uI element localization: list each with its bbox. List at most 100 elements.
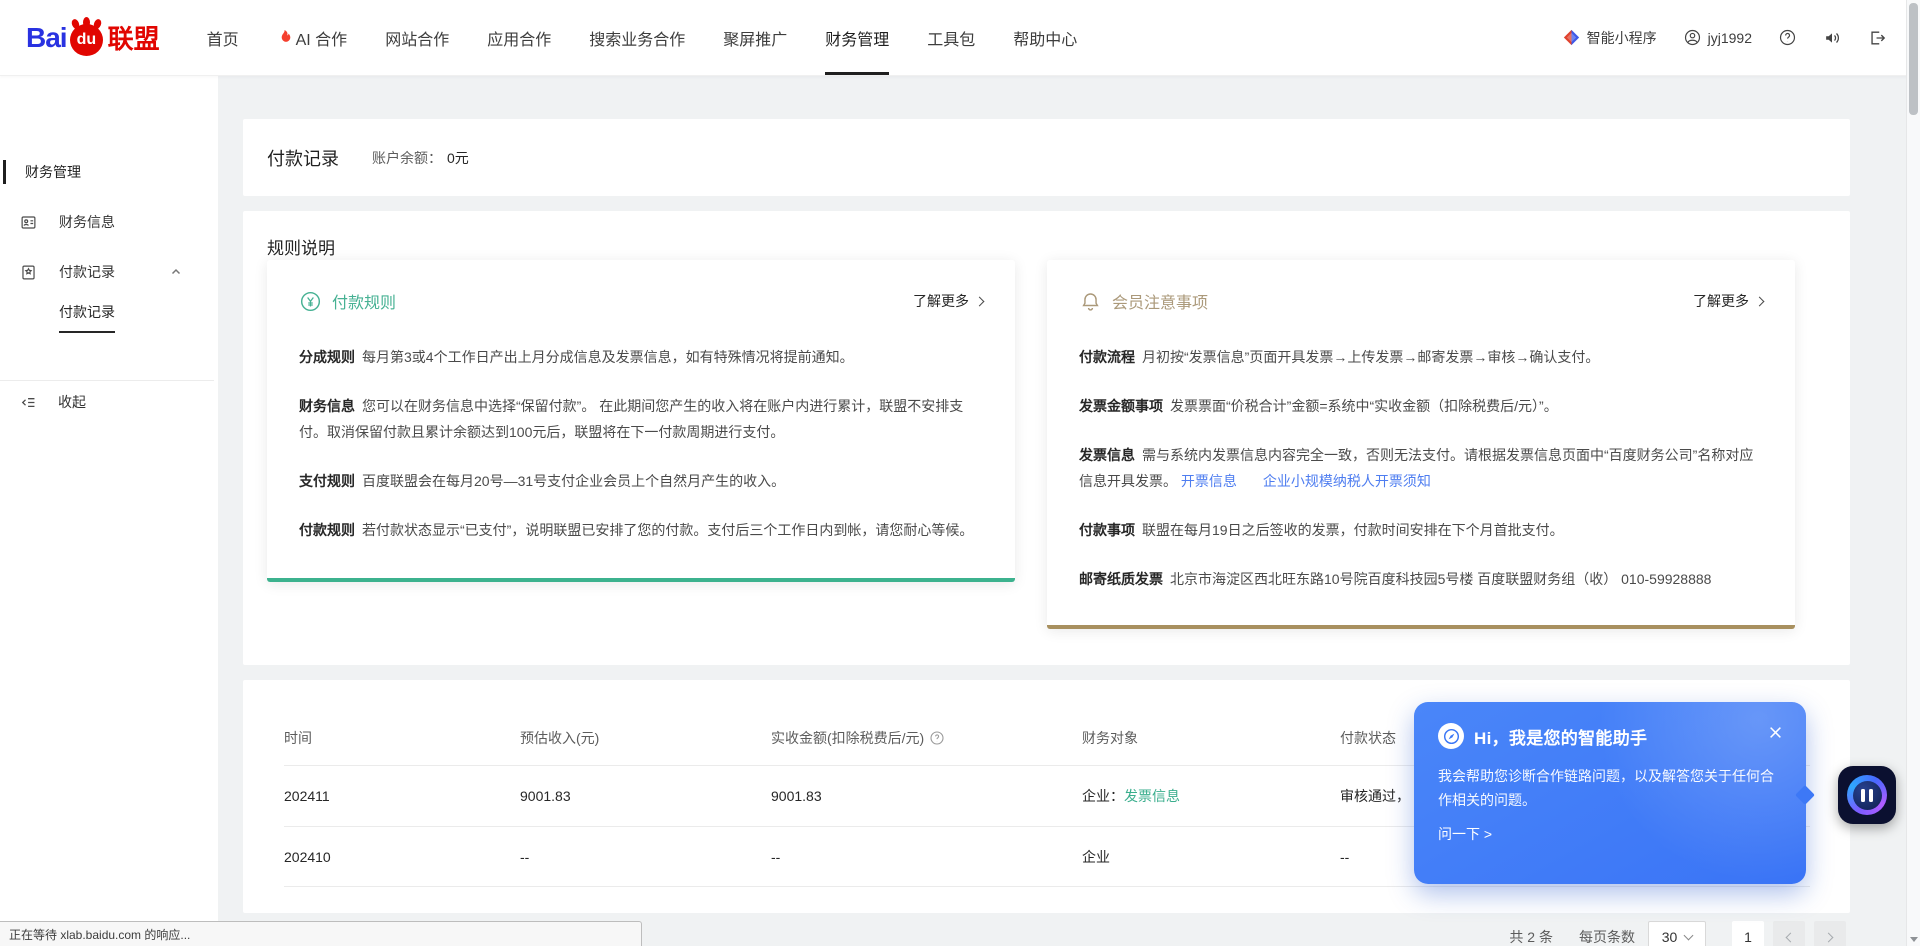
assistant-fab-ring <box>1847 775 1887 815</box>
invoice-info-cell-link[interactable]: 发票信息 <box>1124 788 1180 804</box>
payment-rules-header: 付款规则 了解更多 <box>299 288 983 314</box>
top-nav: Bai du 联盟 首页 AI 合作 网站合作 应用合作 搜索业务合作 聚屏推广… <box>0 0 1920 76</box>
assistant-fab[interactable] <box>1838 766 1896 824</box>
rule-item: 发票金额事项发票票面“价税合计”金额=系统中“实收金额（扣除税费后/元）”。 <box>1079 393 1763 419</box>
nav-item-app[interactable]: 应用合作 <box>468 0 570 75</box>
badge-icon <box>20 264 37 281</box>
rule-item: 付款事项联盟在每月19日之后签收的发票，付款时间安排在下个月首批支付。 <box>1079 517 1763 543</box>
chevron-up-icon[interactable] <box>170 266 182 278</box>
nav-item-website[interactable]: 网站合作 <box>366 0 468 75</box>
sidebar-subitem-payment-records[interactable]: 付款记录 <box>59 302 115 333</box>
col-header-actual: 实收金额(扣除税费后/元) <box>771 728 1082 748</box>
sidebar-section-title: 财务管理 <box>25 162 81 182</box>
sidebar-collapse-button[interactable]: 收起 <box>20 392 86 412</box>
help-icon <box>1779 29 1796 46</box>
close-icon[interactable] <box>1764 721 1786 743</box>
page-title: 付款记录 <box>267 145 339 171</box>
rule-item: 财务信息您可以在财务信息中选择“保留付款”。 在此期间您产生的收入将在账户内进行… <box>299 393 983 445</box>
cell-time: 202410 <box>284 849 520 865</box>
rule-item: 发票信息需与系统内发票信息内容完全一致，否则无法支付。请根据发票信息页面中“百度… <box>1079 442 1763 494</box>
help-button[interactable] <box>1779 29 1796 46</box>
bell-icon <box>1079 290 1102 313</box>
collapse-icon <box>20 394 37 411</box>
status-text: 正在等待 xlab.baidu.com 的响应... <box>9 926 190 943</box>
chevron-left-icon <box>1786 932 1796 942</box>
per-page-label: 每页条数 <box>1579 927 1635 946</box>
payment-rules-title: 付款规则 <box>332 289 396 313</box>
scrollbar-down-arrow-icon[interactable] <box>1910 937 1918 942</box>
rule-item: 付款规则若付款状态显示“已支付”，说明联盟已安排了您的付款。支付后三个工作日内到… <box>299 517 983 543</box>
user-icon <box>1684 29 1701 46</box>
nav-item-ai[interactable]: AI 合作 <box>258 0 367 75</box>
sidebar-item-finance-info[interactable]: 财务信息 <box>20 210 218 234</box>
id-card-icon <box>20 214 37 231</box>
assistant-message: 我会帮助您诊断合作链路问题，以及解答您关于任何合作相关的问题。 <box>1438 764 1774 812</box>
speaker-icon <box>1823 29 1841 47</box>
member-notes-title: 会员注意事项 <box>1112 289 1208 313</box>
nav-item-toolkit[interactable]: 工具包 <box>908 0 994 75</box>
per-page-select[interactable]: 30 <box>1648 921 1706 946</box>
logo-text-bai: Bai <box>26 22 67 54</box>
rule-item: 付款流程月初按“发票信息”页面开具发票→上传发票→邮寄发票→审核→确认支付。 <box>1079 344 1763 370</box>
nav-item-home[interactable]: 首页 <box>188 0 258 75</box>
rule-item: 邮寄纸质发票北京市海淀区西北旺东路10号院百度科技园5号楼 百度联盟财务组（收）… <box>1079 566 1763 592</box>
main-menu: 首页 AI 合作 网站合作 应用合作 搜索业务合作 聚屏推广 财务管理 工具包 … <box>188 0 1097 75</box>
money-circle-icon <box>299 290 322 313</box>
prev-page-button[interactable] <box>1773 921 1805 946</box>
logo-text-union: 联盟 <box>108 19 160 56</box>
balance-label: 账户余额： <box>372 148 442 168</box>
pause-icon <box>1853 781 1882 810</box>
sidebar: 财务管理 财务信息 付款记录 付款记录 收起 <box>0 76 218 946</box>
baidu-paw-icon: du <box>69 19 106 57</box>
balance-value: 0元 <box>447 148 469 168</box>
cell-estimated: -- <box>520 849 771 865</box>
total-count: 共 2 条 <box>1509 927 1553 946</box>
invoice-info-link[interactable]: 开票信息 <box>1181 473 1237 489</box>
flame-icon <box>277 29 292 46</box>
app-window: Bai du 联盟 首页 AI 合作 网站合作 应用合作 搜索业务合作 聚屏推广… <box>0 0 1920 946</box>
account-balance: 账户余额： 0元 <box>372 148 469 168</box>
scrollbar-thumb[interactable] <box>1909 3 1918 115</box>
assistant-title: Hi，我是您的智能助手 <box>1474 724 1647 749</box>
col-header-time: 时间 <box>284 728 520 748</box>
chevron-right-icon <box>1824 932 1834 942</box>
nav-right-area: 智能小程序 jyj1992 <box>1563 28 1886 48</box>
rules-section: 规则说明 付款规则 了解更多 分成规则每月第3或4个工作日产出上月分成信息及发票… <box>243 211 1850 665</box>
rule-item: 分成规则每月第3或4个工作日产出上月分成信息及发票信息，如有特殊情况将提前通知。 <box>299 344 983 370</box>
page-scrollbar[interactable] <box>1906 0 1920 946</box>
cell-actual: -- <box>771 849 1082 865</box>
ask-button[interactable]: 问一下 > <box>1438 824 1782 844</box>
assistant-popup: Hi，我是您的智能助手 我会帮助您诊断合作链路问题，以及解答您关于任何合作相关的… <box>1414 702 1806 884</box>
small-taxpayer-notice-link[interactable]: 企业小规模纳税人开票须知 <box>1263 473 1431 489</box>
nav-item-screen-promo[interactable]: 聚屏推广 <box>704 0 806 75</box>
question-circle-icon[interactable] <box>930 731 944 745</box>
cell-estimated: 9001.83 <box>520 788 771 804</box>
chevron-down-icon <box>1684 930 1694 940</box>
rule-item: 支付规则百度联盟会在每月20号—31号支付企业会员上个自然月产生的收入。 <box>299 468 983 494</box>
member-notes-learn-more[interactable]: 了解更多 <box>1693 291 1763 311</box>
page-number[interactable]: 1 <box>1732 921 1764 946</box>
cell-actual: 9001.83 <box>771 788 1082 804</box>
payment-rules-learn-more[interactable]: 了解更多 <box>913 291 983 311</box>
pagination: 共 2 条 每页条数 30 1 <box>1509 921 1846 946</box>
nav-item-help-center[interactable]: 帮助中心 <box>994 0 1096 75</box>
payment-rules-card: 付款规则 了解更多 分成规则每月第3或4个工作日产出上月分成信息及发票信息，如有… <box>267 260 1015 582</box>
rules-heading: 规则说明 <box>267 234 1826 259</box>
miniprogram-entry[interactable]: 智能小程序 <box>1563 28 1657 48</box>
member-notes-card: 会员注意事项 了解更多 付款流程月初按“发票信息”页面开具发票→上传发票→邮寄发… <box>1047 260 1795 629</box>
nav-item-search-biz[interactable]: 搜索业务合作 <box>570 0 704 75</box>
browser-status-bubble: 正在等待 xlab.baidu.com 的响应... <box>0 921 642 946</box>
logout-icon <box>1868 29 1886 47</box>
sidebar-item-payment-records[interactable]: 付款记录 <box>20 260 218 284</box>
next-page-button[interactable] <box>1814 921 1846 946</box>
page-header-card: 付款记录 账户余额： 0元 <box>243 119 1850 196</box>
user-account[interactable]: jyj1992 <box>1684 29 1752 46</box>
baidu-union-logo[interactable]: Bai du 联盟 <box>26 19 160 57</box>
sound-button[interactable] <box>1823 29 1841 47</box>
col-header-finance-target: 财务对象 <box>1082 728 1340 748</box>
nav-item-finance[interactable]: 财务管理 <box>806 0 908 75</box>
col-header-estimated: 预估收入(元) <box>520 728 771 748</box>
member-notes-header: 会员注意事项 了解更多 <box>1079 288 1763 314</box>
miniprogram-diamond-icon <box>1563 29 1580 46</box>
logout-button[interactable] <box>1868 29 1886 47</box>
